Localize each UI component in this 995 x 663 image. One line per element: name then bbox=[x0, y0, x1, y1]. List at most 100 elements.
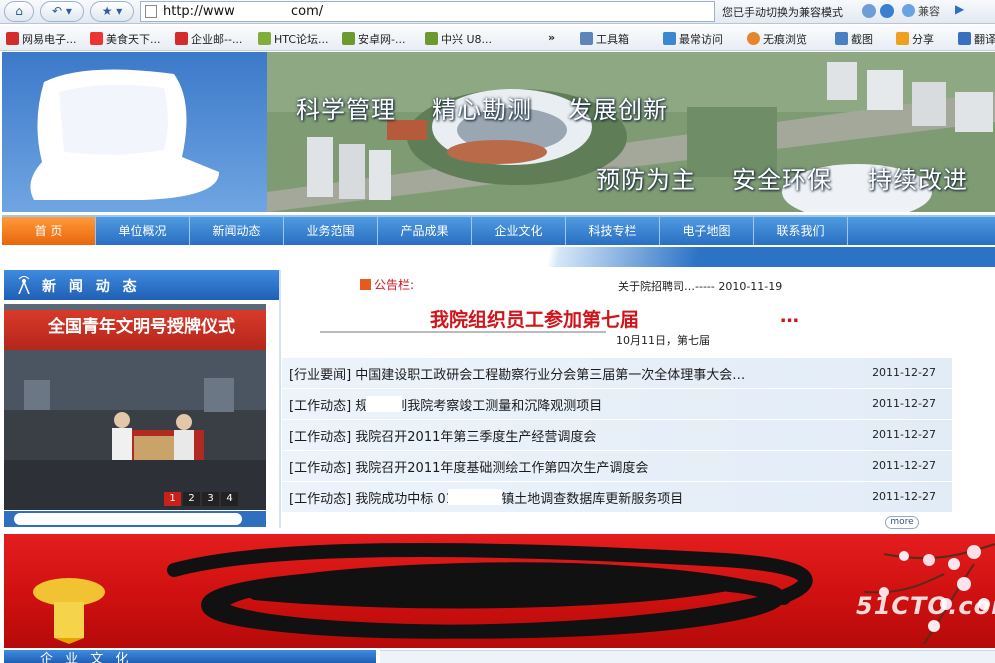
bottom-content-area bbox=[380, 650, 995, 663]
decorative-stripe bbox=[2, 247, 995, 267]
news-row-date: 2011-12-27 bbox=[872, 490, 936, 503]
text-redaction bbox=[366, 396, 402, 412]
translate-icon bbox=[958, 32, 971, 45]
watermark-text: 51CTO.com bbox=[856, 592, 995, 620]
speaker-icon bbox=[360, 279, 371, 290]
notice-item[interactable]: 关于院招聘司…----- 2010-11-19 bbox=[618, 278, 782, 294]
antenna-icon bbox=[18, 276, 30, 294]
security-shield-icon[interactable] bbox=[862, 4, 876, 18]
fav-label: 翻译 bbox=[974, 33, 995, 46]
meishi-icon bbox=[90, 32, 103, 45]
slide-page-4[interactable]: 4 bbox=[221, 492, 238, 506]
news-row-title[interactable]: [工作动态] 我院召开2011年度基础测绘工作第四次生产调度会 bbox=[289, 457, 648, 476]
news-section-title: 新 闻 动 态 bbox=[42, 279, 141, 295]
scissors-icon bbox=[835, 32, 848, 45]
fav-item-mail[interactable]: 企业邮--... bbox=[175, 31, 242, 47]
fav-label: 分享 bbox=[912, 33, 934, 46]
slogan-1: 科学管理 bbox=[296, 96, 396, 124]
fav-item-netease[interactable]: 网易电子... bbox=[6, 31, 77, 47]
url-input[interactable]: http://www com/ bbox=[140, 1, 715, 22]
nav-contact[interactable]: 联系我们 bbox=[754, 217, 848, 245]
nav-about[interactable]: 单位概况 bbox=[96, 217, 190, 245]
fav-label: HTC论坛... bbox=[274, 33, 329, 46]
logo-redaction bbox=[30, 69, 220, 200]
scribble-redaction bbox=[167, 543, 813, 639]
news-row[interactable]: [工作动态] 我院召开2011年第三季度生产经营调度会 2011-12-27 bbox=[282, 420, 952, 451]
mail-icon bbox=[175, 32, 188, 45]
news-row-title[interactable]: [工作动态] 我院召开2011年第三季度生产经营调度会 bbox=[289, 426, 596, 445]
more-news-button[interactable]: more bbox=[885, 516, 919, 529]
news-list: [行业要闻] 中国建设职工政研会工程勘察行业分会第三届第一次全体理事大会… 20… bbox=[282, 358, 952, 513]
featured-summary: 10月11日，第七届 bbox=[616, 334, 710, 347]
fav-label: 企业邮--... bbox=[191, 33, 243, 46]
news-row-title[interactable]: [工作动态] 规划局到我院考察竣工测量和沉降观测项目 bbox=[289, 395, 602, 414]
content-divider bbox=[279, 270, 281, 528]
news-row-date: 2011-12-27 bbox=[872, 397, 936, 410]
go-icon[interactable]: ▶ bbox=[955, 2, 969, 21]
featured-headline[interactable]: 我院组织员工参加第七届 bbox=[430, 305, 639, 332]
slogan-2: 精心勘测 bbox=[432, 96, 532, 124]
nav-home[interactable]: 首 页 bbox=[2, 217, 96, 245]
private-browse-button[interactable]: 无痕浏览 bbox=[747, 31, 807, 47]
fav-item-android[interactable]: 安卓网-... bbox=[342, 31, 405, 47]
slide-page-2[interactable]: 2 bbox=[183, 492, 200, 506]
news-row-date: 2011-12-27 bbox=[872, 366, 936, 379]
fav-item-htc[interactable]: HTC论坛... bbox=[258, 31, 329, 47]
logo-area bbox=[2, 52, 267, 212]
notice-label-text: 公告栏: bbox=[374, 278, 415, 292]
fav-label: 截图 bbox=[851, 33, 873, 46]
nav-tech[interactable]: 科技专栏 bbox=[566, 217, 660, 245]
plum-blossom-decoration bbox=[863, 543, 995, 645]
slogan-3: 发展创新 bbox=[568, 96, 668, 124]
promo-banner[interactable] bbox=[4, 534, 995, 648]
back-button[interactable]: ↶ ▾ bbox=[40, 1, 84, 22]
nav-culture[interactable]: 企业文化 bbox=[472, 217, 566, 245]
slide-page-3[interactable]: 3 bbox=[202, 492, 219, 506]
screenshot-button[interactable]: 截图 bbox=[835, 31, 873, 47]
dropdown-icon[interactable] bbox=[880, 4, 894, 18]
slide-page-1[interactable]: 1 bbox=[164, 492, 181, 506]
slogan-5: 安全环保 bbox=[732, 166, 832, 194]
news-row[interactable]: [行业要闻] 中国建设职工政研会工程勘察行业分会第三届第一次全体理事大会… 20… bbox=[282, 358, 952, 389]
compat-icon bbox=[902, 4, 915, 17]
site-banner: 科学管理 精心勘测 发展创新 预防为主 安全环保 持续改进 bbox=[2, 52, 995, 212]
slogan-4: 预防为主 bbox=[596, 166, 696, 194]
translate-button[interactable]: 翻译 bbox=[958, 31, 995, 47]
news-row-date: 2011-12-27 bbox=[872, 459, 936, 472]
culture-section-header: 企 业 文 化 bbox=[4, 650, 376, 663]
favorites-star-icon[interactable]: ★ ▾ bbox=[90, 1, 134, 22]
news-row[interactable]: [工作动态] 我院成功中标 011年度城镇土地调查数据库更新服务项目 2011-… bbox=[282, 482, 952, 513]
slogan-6: 持续改进 bbox=[868, 166, 968, 194]
fav-label: 无痕浏览 bbox=[763, 33, 807, 46]
nav-news[interactable]: 新闻动态 bbox=[190, 217, 284, 245]
fav-item-zte[interactable]: 中兴 U8... bbox=[425, 31, 492, 47]
nav-map[interactable]: 电子地图 bbox=[660, 217, 754, 245]
nav-business[interactable]: 业务范围 bbox=[284, 217, 378, 245]
culture-section-title: 企 业 文 化 bbox=[40, 652, 133, 663]
more-favorites-chevron[interactable]: » bbox=[548, 31, 555, 44]
fav-label: 工具箱 bbox=[596, 33, 629, 46]
photo-sign-text: 全国青年文明号授牌仪式 bbox=[48, 317, 235, 337]
toolbox-icon bbox=[580, 32, 593, 45]
news-photo-slideshow[interactable]: 全国青年文明号授牌仪式 1 2 3 4 bbox=[4, 304, 266, 510]
fav-label: 安卓网-... bbox=[358, 33, 406, 46]
summary-scroll-line bbox=[320, 331, 606, 333]
main-navigation: 首 页 单位概况 新闻动态 业务范围 产品成果 企业文化 科技专栏 电子地图 联… bbox=[2, 215, 995, 245]
compat-mode-button[interactable]: 兼容 bbox=[902, 2, 948, 21]
browser-address-bar: ⌂ ↶ ▾ ★ ▾ http://www com/ 您已手动切换为兼容模式 兼容… bbox=[0, 0, 995, 24]
private-icon bbox=[747, 32, 760, 45]
news-row[interactable]: [工作动态] 我院召开2011年度基础测绘工作第四次生产调度会 2011-12-… bbox=[282, 451, 952, 482]
most-visited-button[interactable]: 最常访问 bbox=[663, 31, 723, 47]
zte-icon bbox=[425, 32, 438, 45]
favorites-bar: 网易电子... 美食天下... 企业邮--... HTC论坛... 安卓网-..… bbox=[0, 25, 995, 51]
home-icon[interactable]: ⌂ bbox=[4, 1, 34, 22]
fav-item-meishi[interactable]: 美食天下... bbox=[90, 31, 161, 47]
toolbox-button[interactable]: 工具箱 bbox=[580, 31, 629, 47]
nav-products[interactable]: 产品成果 bbox=[378, 217, 472, 245]
share-button[interactable]: 分享 bbox=[896, 31, 934, 47]
news-row[interactable]: [工作动态] 规划局到我院考察竣工测量和沉降观测项目 2011-12-27 bbox=[282, 389, 952, 420]
compat-button-label: 兼容 bbox=[918, 5, 940, 18]
text-redaction bbox=[448, 489, 502, 505]
compat-mode-notice: 您已手动切换为兼容模式 bbox=[722, 6, 843, 19]
news-row-title[interactable]: [行业要闻] 中国建设职工政研会工程勘察行业分会第三届第一次全体理事大会… bbox=[289, 364, 745, 383]
